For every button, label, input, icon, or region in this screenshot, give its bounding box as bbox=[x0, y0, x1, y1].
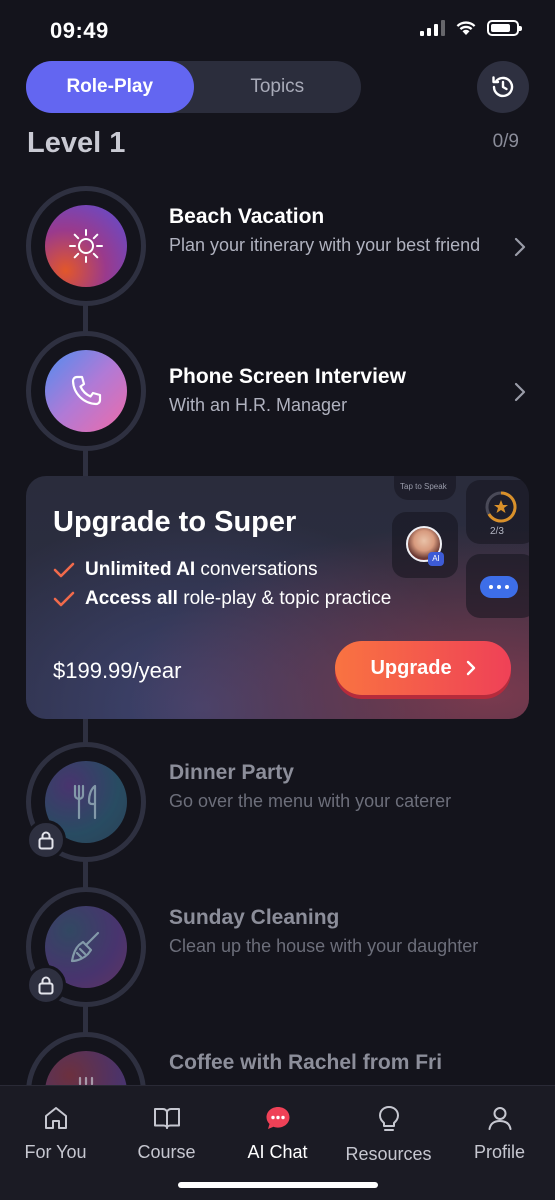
nav-label: Profile bbox=[473, 1142, 526, 1162]
user-icon bbox=[488, 1107, 511, 1130]
feature-rest: conversations bbox=[195, 559, 318, 580]
chevron-right-icon bbox=[514, 382, 526, 402]
nav-course[interactable]: Course bbox=[111, 1104, 222, 1163]
nav-ai-chat[interactable]: AI Chat bbox=[222, 1104, 333, 1163]
lesson-subtitle: Plan your itinerary with your best frien… bbox=[169, 235, 481, 255]
deco-progress: 2/3 bbox=[466, 480, 529, 544]
phone-icon bbox=[71, 375, 102, 406]
deco-tap-label: Tap to Speak bbox=[400, 482, 447, 491]
home-icon bbox=[44, 1107, 67, 1129]
upgrade-button-label: Upgrade bbox=[370, 656, 452, 679]
upgrade-title: Upgrade to Super bbox=[53, 506, 297, 538]
tab-topics[interactable]: Topics bbox=[194, 61, 362, 113]
book-icon bbox=[153, 1108, 180, 1129]
status-icons bbox=[420, 20, 522, 36]
nav-label: Resources bbox=[345, 1144, 432, 1164]
deco-avatar-card: AI bbox=[392, 512, 458, 578]
level-progress: 0/9 bbox=[492, 131, 519, 152]
upgrade-card: Tap to Speak 2/3 AI Upgrade to Super Unl… bbox=[26, 476, 529, 719]
status-bar: 09:49 bbox=[0, 0, 555, 60]
nav-label: For You bbox=[24, 1142, 87, 1162]
upgrade-price: $199.99/year bbox=[53, 658, 182, 683]
lock-badge bbox=[26, 820, 66, 860]
broom-icon bbox=[70, 931, 100, 963]
lesson-beach-vacation[interactable]: Beach Vacation Plan your itinerary with … bbox=[26, 186, 541, 306]
feature-bold: Unlimited AI bbox=[85, 559, 196, 580]
lesson-sunday-cleaning[interactable]: Sunday Cleaning Clean up the house with … bbox=[26, 887, 541, 1007]
lesson-orb bbox=[45, 350, 127, 432]
lesson-text: Sunday Cleaning Clean up the house with … bbox=[169, 904, 499, 959]
nav-for-you[interactable]: For You bbox=[0, 1104, 111, 1163]
star-progress-icon bbox=[485, 491, 517, 523]
deco-progress-label: 2/3 bbox=[490, 526, 504, 537]
sun-icon bbox=[69, 229, 103, 263]
lesson-text: Phone Screen Interview With an H.R. Mana… bbox=[169, 363, 499, 418]
feature-bold: Access all bbox=[85, 588, 178, 609]
home-indicator bbox=[178, 1182, 378, 1188]
battery-icon bbox=[487, 20, 522, 36]
chat-bubble-icon bbox=[480, 576, 518, 598]
chevron-right-icon bbox=[466, 660, 475, 676]
lesson-ring bbox=[26, 331, 146, 451]
lesson-text: Beach Vacation Plan your itinerary with … bbox=[169, 203, 499, 258]
deco-chat-card bbox=[466, 554, 529, 618]
lesson-phone-screen-interview[interactable]: Phone Screen Interview With an H.R. Mana… bbox=[26, 331, 541, 451]
feature-rest: role-play & topic practice bbox=[177, 588, 392, 609]
lock-icon bbox=[38, 976, 54, 995]
check-icon bbox=[53, 591, 75, 607]
lesson-title: Dinner Party bbox=[169, 761, 294, 784]
deco-tap-to-speak: Tap to Speak bbox=[394, 476, 456, 500]
history-button[interactable] bbox=[477, 61, 529, 113]
tab-switcher: Role-Play Topics bbox=[26, 61, 361, 113]
lesson-title: Phone Screen Interview bbox=[169, 365, 406, 388]
wifi-icon bbox=[456, 21, 476, 35]
upgrade-button[interactable]: Upgrade bbox=[335, 641, 511, 695]
lightbulb-icon bbox=[378, 1106, 399, 1131]
lesson-title: Sunday Cleaning bbox=[169, 906, 340, 929]
lesson-dinner-party[interactable]: Dinner Party Go over the menu with your … bbox=[26, 742, 541, 862]
feature-text: Unlimited AI conversations bbox=[85, 559, 318, 581]
lock-icon bbox=[38, 831, 54, 850]
history-icon bbox=[492, 76, 514, 98]
lesson-subtitle: Go over the menu with your caterer bbox=[169, 791, 452, 811]
lesson-title: Beach Vacation bbox=[169, 205, 325, 228]
lesson-subtitle: Clean up the house with your daughter bbox=[169, 936, 479, 956]
lesson-subtitle: With an H.R. Manager bbox=[169, 395, 348, 415]
lesson-orb bbox=[45, 205, 127, 287]
status-time: 09:49 bbox=[50, 18, 109, 43]
ai-badge: AI bbox=[428, 552, 444, 566]
chat-icon bbox=[266, 1107, 289, 1129]
upgrade-feature: Unlimited AI conversations bbox=[53, 559, 318, 581]
nav-label: AI Chat bbox=[247, 1142, 308, 1162]
nav-resources[interactable]: Resources bbox=[333, 1104, 444, 1165]
nav-profile[interactable]: Profile bbox=[444, 1104, 555, 1163]
check-icon bbox=[53, 562, 75, 578]
lesson-text: Coffee with Rachel from Fri bbox=[169, 1049, 499, 1077]
upgrade-feature: Access all role-play & topic practice bbox=[53, 588, 391, 610]
cellular-signal-icon bbox=[420, 20, 445, 36]
lock-badge bbox=[26, 965, 66, 1005]
tab-role-play[interactable]: Role-Play bbox=[26, 61, 194, 113]
lesson-title: Coffee with Rachel from Fri bbox=[169, 1051, 443, 1074]
level-title: Level 1 bbox=[27, 127, 126, 159]
fork-knife-icon bbox=[73, 784, 97, 820]
lesson-ring bbox=[26, 186, 146, 306]
nav-label: Course bbox=[137, 1142, 196, 1162]
chevron-right-icon bbox=[514, 237, 526, 257]
feature-text: Access all role-play & topic practice bbox=[85, 588, 391, 610]
lesson-text: Dinner Party Go over the menu with your … bbox=[169, 759, 499, 814]
